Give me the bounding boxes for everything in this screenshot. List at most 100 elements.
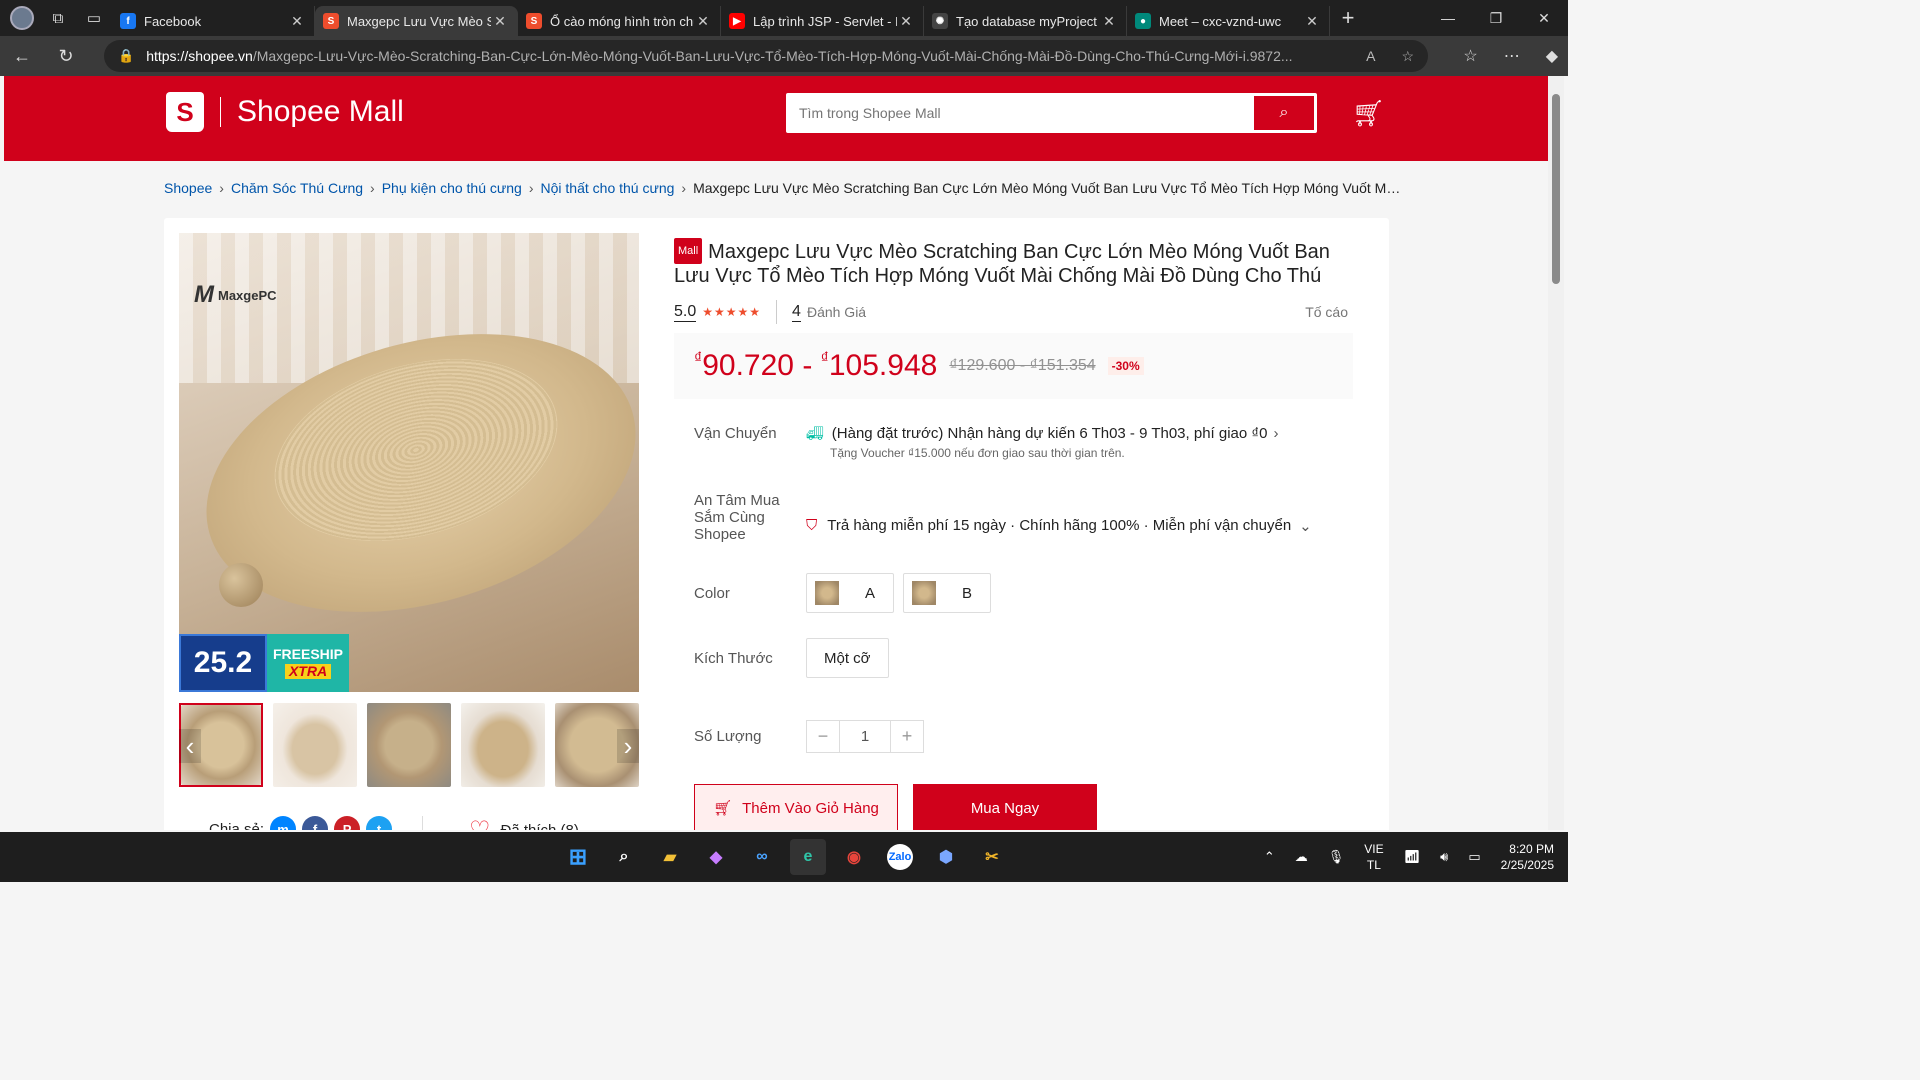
favorites-icon[interactable]: ☆ [1463, 46, 1477, 66]
rating-score[interactable]: 5.0 [674, 303, 697, 322]
browser-tab[interactable]: S Maxgepc Lưu Vực Mèo Sc ✕ [315, 6, 518, 36]
close-tab-icon[interactable]: ✕ [1100, 13, 1118, 30]
snipping-tool-icon[interactable]: ✂ [974, 839, 1010, 875]
browser-tab[interactable]: ✺ Tạo database myProject ✕ [924, 6, 1127, 36]
messenger-icon[interactable]: m [270, 816, 297, 830]
zalo-icon[interactable]: Zalo [887, 844, 913, 870]
color-label: Color [694, 584, 730, 602]
close-tab-icon[interactable]: ✕ [1303, 13, 1321, 30]
read-aloud-icon[interactable]: A [1366, 48, 1375, 65]
thumbnail-prev-icon[interactable]: ‹ [179, 729, 201, 763]
browser-tab[interactable]: ▶ Lập trình JSP - Servlet - Lậ ✕ [721, 6, 924, 36]
clock[interactable]: 8:20 PM 2/25/2025 [1501, 841, 1554, 873]
edge-icon[interactable]: e [790, 839, 826, 875]
quantity-stepper: − 1 + [806, 720, 924, 753]
close-tab-icon[interactable]: ✕ [694, 13, 712, 30]
brand-watermark: M MaxgePC [194, 281, 277, 308]
shopee-mall-logo[interactable]: S Shopee Mall [166, 92, 404, 132]
lock-icon: 🔒 [118, 48, 135, 63]
report-link[interactable]: Tố cáo [1305, 304, 1348, 320]
page-scrollbar[interactable] [1548, 76, 1564, 830]
close-window-button[interactable]: ✕ [1520, 0, 1568, 36]
copilot-icon[interactable]: ◆ [1546, 46, 1558, 66]
browser-tab[interactable]: ● Meet – cxc-vznd-uwc ✕ [1127, 6, 1330, 36]
cart-icon[interactable]: 🛒︎ [1352, 98, 1385, 129]
breadcrumb-shopee[interactable]: Shopee [164, 180, 212, 196]
language-indicator[interactable]: VIE TL [1364, 841, 1383, 873]
size-option[interactable]: Một cỡ [806, 638, 889, 678]
review-count[interactable]: 4 [792, 303, 801, 322]
assurance-info[interactable]: ⛉ Trả hàng miễn phí 15 ngày · Chính hãng… [806, 508, 1312, 543]
like-button[interactable]: ♡ Đã thích (8) [469, 816, 579, 830]
search-icon: ⌕ [1279, 104, 1289, 121]
chevron-right-icon: › [1273, 425, 1279, 442]
windows-start-icon[interactable]: ⊞ [560, 839, 596, 875]
add-to-cart-button[interactable]: 🛒︎ Thêm Vào Giỏ Hàng [694, 784, 898, 830]
decrease-button[interactable]: − [807, 721, 839, 752]
thumbnail[interactable] [461, 703, 545, 787]
current-price: ₫90.720 - ₫105.948 [694, 349, 938, 382]
meet-icon: ● [1135, 13, 1151, 29]
facebook-share-icon[interactable]: f [302, 816, 329, 830]
maximize-button[interactable]: ❐ [1472, 0, 1520, 36]
tab-actions-icon[interactable]: ▭ [76, 0, 112, 36]
chrome-icon[interactable]: ◉ [836, 839, 872, 875]
mall-badge: Mall [674, 238, 703, 264]
refresh-button[interactable]: ↻ [44, 36, 88, 76]
thumbnail[interactable] [367, 703, 451, 787]
increase-button[interactable]: + [891, 721, 923, 752]
favorite-star-icon[interactable]: ☆ [1401, 48, 1414, 65]
color-option-b[interactable]: B [903, 573, 991, 613]
volume-icon[interactable]: 🔊︎ [1440, 849, 1448, 865]
chevron-up-icon[interactable]: ⌃ [1264, 849, 1275, 865]
copilot-app-icon[interactable]: ◆ [698, 839, 734, 875]
search-icon[interactable]: ⌕ [606, 839, 642, 875]
new-tab-button[interactable]: + [1330, 5, 1366, 31]
product-main-image[interactable]: M MaxgePC 25.2 FREESHIP XTRA [179, 233, 639, 692]
browser-tab-bar: ⧉ ▭ f Facebook ✕ S Maxgepc Lưu Vực Mèo Sc ✕ S Ổ… [0, 0, 1568, 36]
search-button[interactable]: ⌕ [1254, 96, 1314, 130]
minimize-button[interactable]: — [1424, 0, 1472, 36]
back-button[interactable]: ← [0, 36, 44, 76]
product-title: Mall Maxgepc Lưu Vực Mèo Scratching Ban C… [674, 238, 1354, 288]
color-option-a[interactable]: A [806, 573, 894, 613]
shopee-icon: S [526, 13, 542, 29]
close-tab-icon[interactable]: ✕ [288, 13, 306, 30]
more-menu-icon[interactable]: ⋯ [1504, 46, 1520, 66]
cloud-icon[interactable]: ☁ [1295, 849, 1308, 865]
battery-icon[interactable]: ▭ [1468, 849, 1480, 865]
pinterest-icon[interactable]: P [334, 816, 361, 830]
wifi-icon[interactable]: 📶︎ [1404, 849, 1421, 865]
browser-tab[interactable]: f Facebook ✕ [112, 6, 315, 36]
twitter-icon[interactable]: t [366, 816, 393, 830]
buy-now-button[interactable]: Mua Ngay [913, 784, 1097, 830]
breadcrumb-pet-care[interactable]: Chăm Sóc Thú Cưng [231, 180, 363, 196]
microphone-icon[interactable]: 🎙︎ [1328, 849, 1345, 865]
shipping-info[interactable]: 🚚︎ (Hàng đặt trước) Nhận hàng dự kiến 6 … [806, 425, 1278, 442]
product-card: M MaxgePC 25.2 FREESHIP XTRA ‹ › Chia sẻ: … [164, 218, 1389, 830]
quantity-input[interactable]: 1 [839, 721, 891, 752]
assurance-label: An Tâm Mua Sắm Cùng Shopee [694, 492, 780, 543]
profile-avatar[interactable] [10, 6, 34, 30]
close-tab-icon[interactable]: ✕ [897, 13, 915, 30]
visual-studio-icon[interactable]: ∞ [744, 839, 780, 875]
app-cube-icon[interactable]: ⬢ [928, 839, 964, 875]
browser-tab[interactable]: S Ổ cào móng hình tròn chu ✕ [518, 6, 721, 36]
thumbnail-next-icon[interactable]: › [617, 729, 639, 763]
promo-banner: 25.2 FREESHIP XTRA [179, 634, 349, 692]
search-input[interactable] [789, 105, 1254, 121]
promo-xtra: XTRA [284, 663, 332, 680]
breadcrumb-pet-accessories[interactable]: Phụ kiện cho thú cưng [382, 180, 522, 196]
file-explorer-icon[interactable]: ▰ [652, 839, 688, 875]
close-tab-icon[interactable]: ✕ [491, 13, 509, 30]
review-label: Đánh Giá [806, 304, 867, 320]
shipping-label: Vận Chuyển [694, 425, 777, 442]
breadcrumb-pet-furniture[interactable]: Nội thất cho thú cưng [541, 180, 675, 196]
url-field[interactable]: 🔒 https://shopee.vn/Maxgepc-Lưu-Vực-Mèo-… [104, 40, 1428, 72]
tab-title: Ổ cào móng hình tròn chu [550, 13, 694, 29]
shipping-row: Vận Chuyển 🚚︎ (Hàng đặt trước) Nhận hàng… [694, 425, 1278, 460]
workspaces-icon[interactable]: ⧉ [40, 0, 76, 36]
shield-icon: ⛉ [806, 517, 818, 534]
promo-date: 25.2 [179, 634, 267, 692]
thumbnail[interactable] [273, 703, 357, 787]
